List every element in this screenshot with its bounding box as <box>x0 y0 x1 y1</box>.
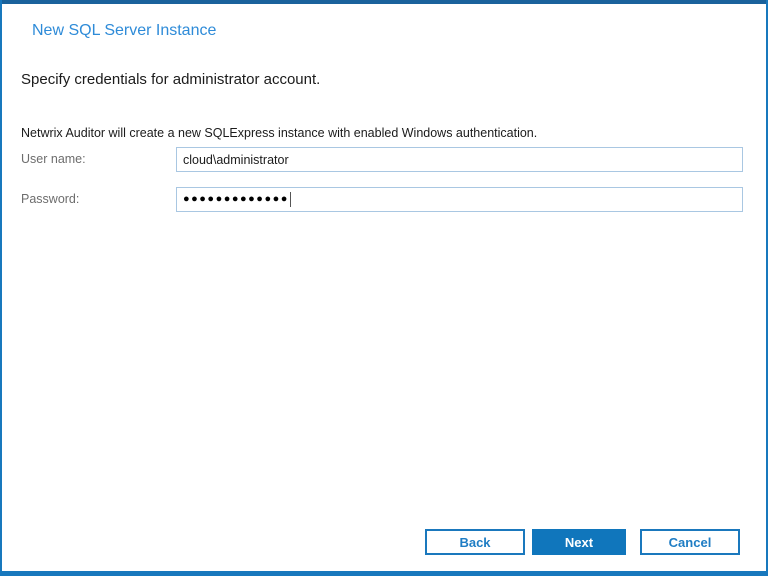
cancel-button[interactable]: Cancel <box>640 529 740 555</box>
text-caret <box>290 192 291 207</box>
password-label: Password: <box>21 192 79 206</box>
page-title: New SQL Server Instance <box>32 22 216 40</box>
next-button[interactable]: Next <box>532 529 626 555</box>
password-input[interactable]: ●●●●●●●●●●●●● <box>176 187 743 212</box>
step-description: Netwrix Auditor will create a new SQLExp… <box>21 126 537 140</box>
username-input[interactable] <box>176 147 743 172</box>
new-sql-server-instance-dialog: New SQL Server Instance Specify credenti… <box>0 0 768 576</box>
username-label: User name: <box>21 152 86 166</box>
step-heading: Specify credentials for administrator ac… <box>21 71 320 88</box>
window-top-border <box>2 0 766 4</box>
password-masked-value: ●●●●●●●●●●●●● <box>183 194 289 205</box>
window-bottom-border <box>2 571 766 576</box>
back-button[interactable]: Back <box>425 529 525 555</box>
